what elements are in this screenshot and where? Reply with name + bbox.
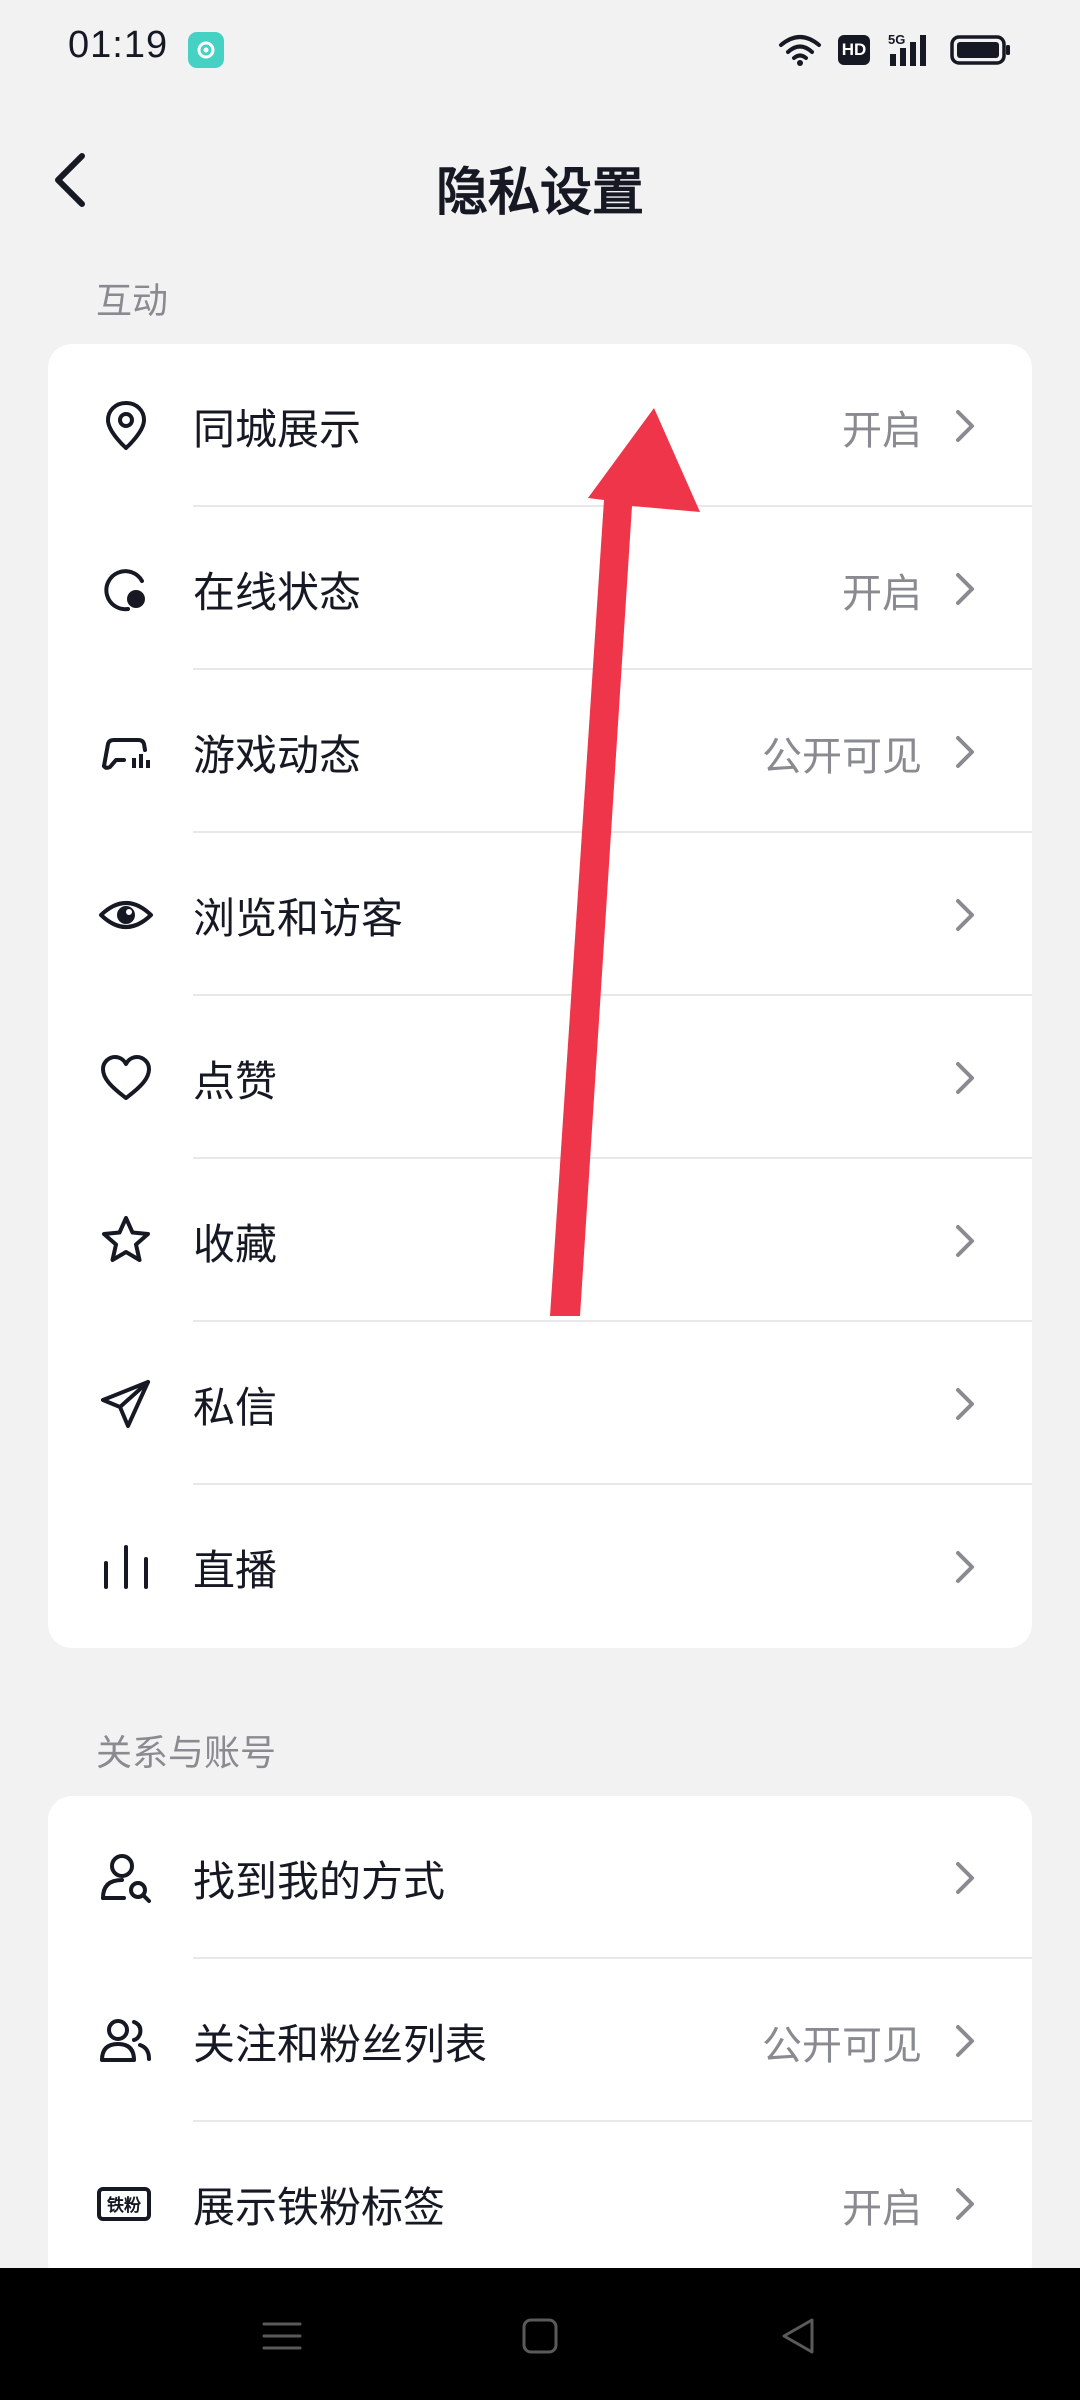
- setting-row-favorites[interactable]: 收藏: [48, 1159, 1032, 1322]
- heart-icon: [101, 1055, 151, 1100]
- chevron-right-icon: [956, 2025, 974, 2057]
- setting-label: 展示铁粉标签: [193, 2183, 446, 2232]
- setting-row-likes[interactable]: 点赞: [48, 996, 1032, 1159]
- setting-row-live[interactable]: 直播: [48, 1485, 1032, 1648]
- setting-row-fan-badge[interactable]: 铁粉 展示铁粉标签 开启: [48, 2122, 1032, 2285]
- system-navigation-bar: [0, 2268, 1080, 2400]
- setting-label: 关注和粉丝列表: [193, 2020, 488, 2069]
- hd-badge: HD: [838, 35, 870, 65]
- location-pin-icon: [106, 401, 146, 450]
- game-controller-icon: [102, 738, 150, 770]
- setting-row-direct-messages[interactable]: 私信: [48, 1322, 1032, 1485]
- setting-row-online-status[interactable]: 在线状态 开启: [48, 507, 1032, 670]
- setting-label: 私信: [193, 1383, 278, 1432]
- setting-value: 开启: [842, 571, 922, 617]
- setting-label: 收藏: [193, 1220, 278, 1269]
- setting-value: 开启: [842, 2186, 922, 2232]
- setting-label: 同城展示: [193, 405, 362, 454]
- user-search-icon: [101, 1854, 151, 1903]
- setting-value: 开启: [842, 408, 922, 454]
- chevron-right-icon: [956, 736, 974, 768]
- status-bar: 01:19 HD 5G: [0, 0, 1080, 100]
- setting-label: 点赞: [193, 1057, 278, 1106]
- section-title-interaction: 互动: [96, 281, 169, 322]
- nav-bar: 隐私设置: [0, 120, 1080, 240]
- chevron-right-icon: [956, 1551, 974, 1583]
- page-title: 隐私设置: [435, 163, 644, 223]
- eye-icon: [99, 901, 153, 929]
- battery-icon: [950, 35, 1010, 65]
- setting-label: 找到我的方式: [193, 1857, 446, 1906]
- fan-badge-text: 铁粉: [107, 2195, 141, 2216]
- chevron-right-icon: [956, 410, 974, 442]
- online-status-icon: [104, 569, 145, 612]
- setting-label: 游戏动态: [193, 731, 362, 780]
- star-icon: [102, 1216, 150, 1262]
- paper-plane-icon: [101, 1380, 150, 1428]
- section-title-relationships-account: 关系与账号: [96, 1733, 277, 1774]
- live-bars-icon: [104, 1545, 148, 1589]
- chevron-right-icon: [956, 2188, 974, 2220]
- setting-value: 公开可见: [762, 734, 922, 780]
- back-triangle-icon[interactable]: [770, 2308, 826, 2364]
- setting-row-views-visitors[interactable]: 浏览和访客: [48, 833, 1032, 996]
- home-icon[interactable]: [512, 2308, 568, 2364]
- setting-label: 在线状态: [193, 568, 362, 617]
- status-time: 01:19: [68, 24, 169, 66]
- fan-badge-icon: 铁粉: [97, 2187, 151, 2221]
- interaction-settings-card: 同城展示 开启 在线状态 开启 游戏动态 公开可见 浏览和访客 点赞 收藏 私信…: [48, 344, 1032, 1648]
- setting-row-nearby-display[interactable]: 同城展示 开启: [48, 344, 1032, 507]
- cell-signal-icon: 5G: [888, 32, 926, 66]
- chevron-right-icon: [956, 1862, 974, 1894]
- chevron-right-icon: [956, 1225, 974, 1257]
- menu-icon[interactable]: [254, 2308, 310, 2364]
- setting-row-find-me[interactable]: 找到我的方式: [48, 1796, 1032, 1959]
- chevron-right-icon: [956, 1388, 974, 1420]
- wifi-icon: [779, 35, 821, 66]
- app-notification-icon: [188, 32, 224, 68]
- chevron-right-icon: [956, 573, 974, 605]
- setting-row-follow-fans-list[interactable]: 关注和粉丝列表 公开可见: [48, 1959, 1032, 2122]
- network-type: 5G: [888, 32, 905, 47]
- setting-label: 直播: [193, 1546, 278, 1595]
- setting-label: 浏览和访客: [193, 894, 404, 943]
- chevron-right-icon: [956, 899, 974, 931]
- setting-value: 公开可见: [762, 2023, 922, 2069]
- status-indicators: HD 5G: [778, 30, 1012, 70]
- account-settings-card: 找到我的方式 关注和粉丝列表 公开可见 铁粉 展示铁粉标签 开启: [48, 1796, 1032, 2286]
- chevron-right-icon: [956, 1062, 974, 1094]
- setting-row-game-activity[interactable]: 游戏动态 公开可见: [48, 670, 1032, 833]
- users-icon: [100, 2019, 151, 2062]
